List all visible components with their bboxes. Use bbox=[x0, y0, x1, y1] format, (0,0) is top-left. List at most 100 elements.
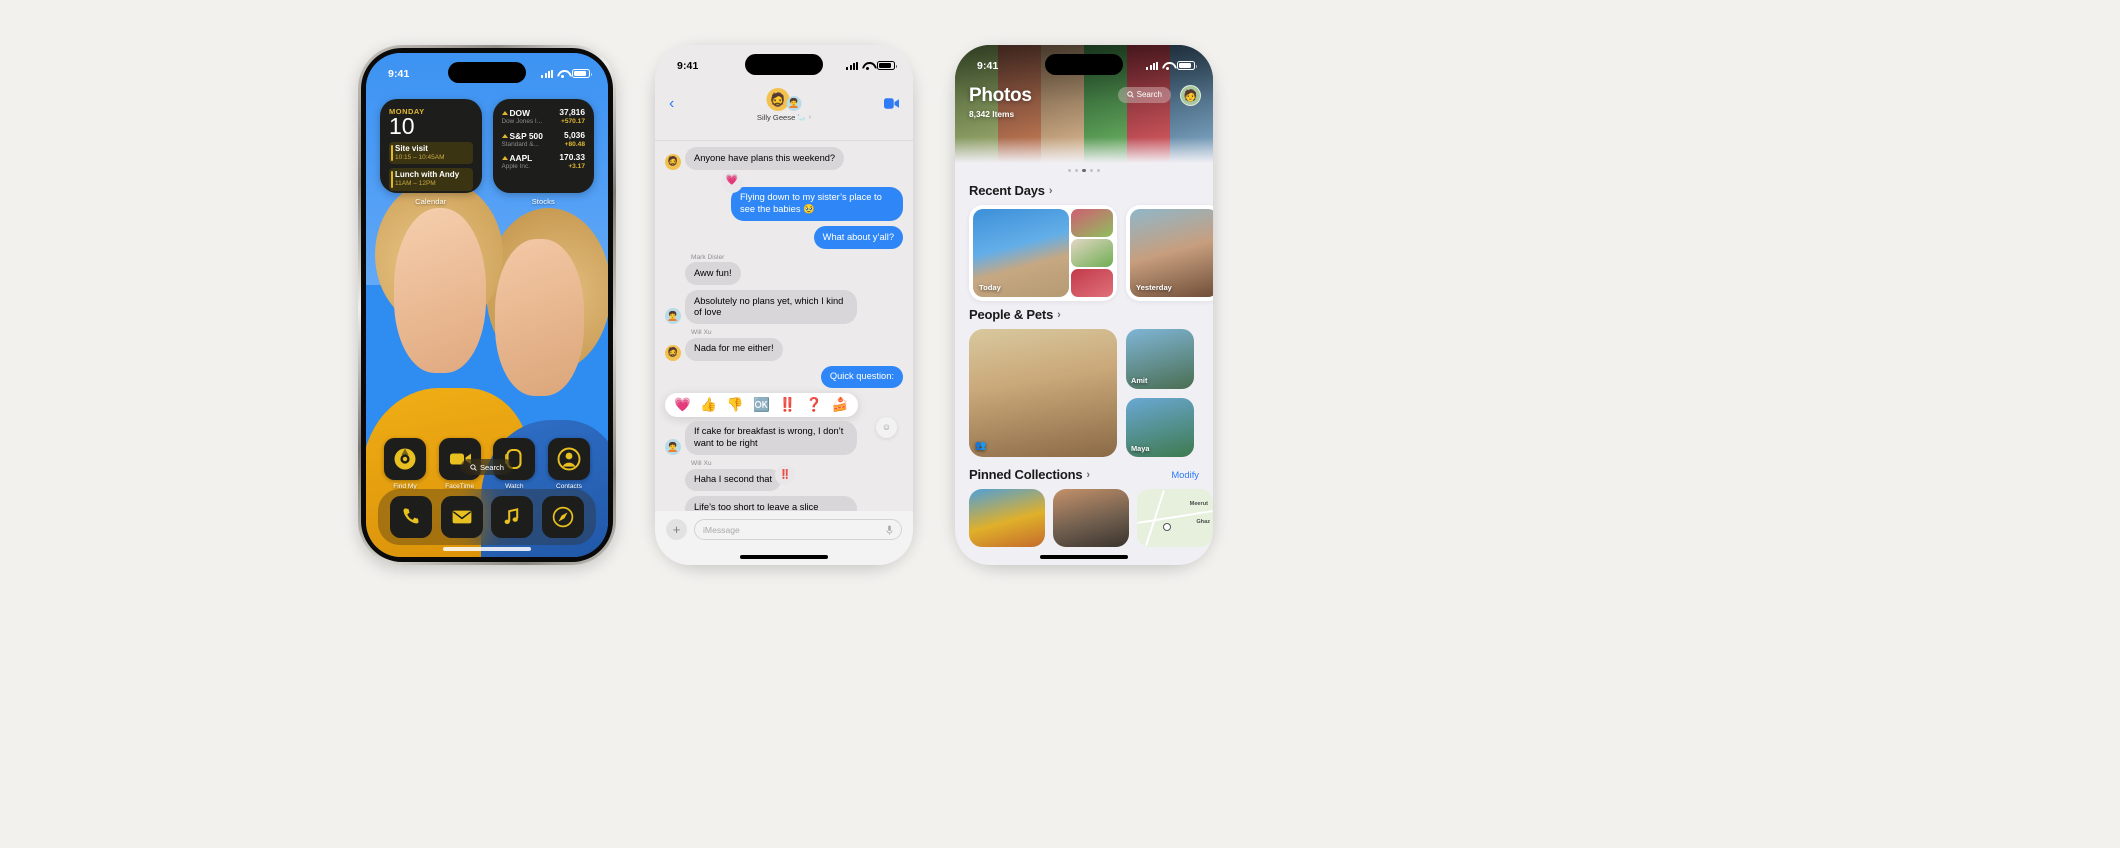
recent-days-card[interactable]: Today bbox=[969, 205, 1117, 301]
message-bubble[interactable]: Anyone have plans this weekend? bbox=[685, 147, 845, 170]
home-indicator[interactable] bbox=[443, 547, 531, 551]
phone-messages: 9:41 ‹ 🧔 🧑‍🦱 Silly Geese bbox=[655, 45, 913, 565]
recent-days-row[interactable]: Today Yesterday bbox=[969, 205, 1213, 301]
page-dot[interactable] bbox=[1096, 169, 1100, 173]
home-indicator[interactable] bbox=[740, 555, 828, 559]
calendar-event-time: 10:15 – 10:45AM bbox=[395, 153, 445, 161]
tapback-exclamation-icon[interactable]: ‼️ bbox=[775, 464, 796, 485]
battery-icon bbox=[877, 61, 897, 70]
page-dot[interactable] bbox=[1068, 169, 1072, 173]
modify-button[interactable]: Modify bbox=[1171, 469, 1199, 480]
photo-thumbnail[interactable]: Today bbox=[973, 209, 1069, 297]
recent-days-label: Yesterday bbox=[1136, 283, 1172, 292]
section-title: Pinned Collections bbox=[969, 467, 1083, 482]
home-search-button[interactable]: Search bbox=[460, 459, 514, 475]
video-camera-icon[interactable] bbox=[884, 96, 899, 114]
page-dot[interactable] bbox=[1089, 169, 1093, 173]
recent-days-card[interactable]: Yesterday bbox=[1126, 205, 1213, 301]
app-find-my[interactable]: Find My bbox=[384, 438, 426, 490]
tapback-option-heart[interactable]: 💗 bbox=[674, 398, 691, 412]
home-indicator[interactable] bbox=[1040, 555, 1128, 559]
microphone-icon bbox=[886, 525, 893, 534]
avatar: 🧑‍🦱 bbox=[665, 308, 681, 325]
message-sender: Mark Disler bbox=[691, 253, 725, 261]
calendar-event[interactable]: Site visit 10:15 – 10:45AM bbox=[389, 141, 473, 165]
stock-row[interactable]: AAPL 170.33 Apple Inc. +3.17 bbox=[501, 152, 585, 170]
pinned-collection-card[interactable] bbox=[969, 489, 1045, 547]
message-bubble[interactable]: If cake for breakfast is wrong, I don’t … bbox=[685, 420, 857, 456]
section-header-pinned-collections[interactable]: Pinned Collections › Modify bbox=[969, 467, 1213, 482]
photos-search-label: Search bbox=[1136, 90, 1162, 100]
account-avatar-icon[interactable]: 🧑 bbox=[1180, 85, 1201, 106]
photo-thumbnail[interactable]: Yesterday bbox=[1130, 209, 1213, 297]
tapback-option-question[interactable]: ❓ bbox=[806, 398, 823, 412]
search-icon bbox=[470, 463, 477, 471]
tapback-option-haha[interactable]: 🆗 bbox=[753, 398, 770, 412]
message-row: Quick question: bbox=[665, 365, 903, 389]
page-title: Photos bbox=[969, 85, 1032, 106]
phone-icon[interactable] bbox=[390, 496, 433, 538]
widget-calendar[interactable]: MONDAY 10 Site visit 10:15 – 10:45AM Lun… bbox=[380, 99, 482, 193]
page-dot-active[interactable] bbox=[1082, 169, 1086, 173]
widget-row: MONDAY 10 Site visit 10:15 – 10:45AM Lun… bbox=[380, 99, 594, 206]
tapback-option-exclamation[interactable]: ‼️ bbox=[779, 398, 796, 412]
photos-content[interactable]: Recent Days › Today Yesterday People & P… bbox=[955, 177, 1213, 565]
plus-icon[interactable]: + bbox=[666, 519, 687, 540]
message-bubble[interactable]: 💗 Flying down to my sister’s place to se… bbox=[721, 170, 903, 222]
music-icon[interactable] bbox=[491, 496, 534, 538]
message-bubble[interactable]: Quick question: bbox=[820, 365, 903, 389]
imessage-input[interactable]: iMessage bbox=[694, 519, 902, 540]
widget-label-calendar: Calendar bbox=[415, 197, 447, 206]
group-avatars[interactable]: 🧔 🧑‍🦱 bbox=[766, 88, 802, 111]
tapback-option-thumbs-up[interactable]: 👍 bbox=[700, 398, 717, 412]
chevron-right-icon: › bbox=[1057, 308, 1061, 321]
home-screen: 9:41 MONDAY 10 Site visit 10:15 – 10:45A… bbox=[366, 53, 608, 557]
stock-row[interactable]: S&P 500 5,036 Standard &... +80.48 bbox=[501, 129, 585, 148]
tapback-option-cake[interactable]: 🍰 bbox=[832, 398, 849, 412]
photo-thumbnail[interactable] bbox=[1071, 209, 1113, 237]
section-header-people-pets[interactable]: People & Pets › bbox=[969, 307, 1213, 322]
message-sender: Will Xu bbox=[691, 329, 712, 337]
message-bubble[interactable]: Aww fun! bbox=[685, 262, 741, 286]
tapback-option-thumbs-down[interactable]: 👎 bbox=[727, 398, 744, 412]
stock-change: +80.48 bbox=[564, 140, 585, 148]
photo-thumbnail[interactable] bbox=[1071, 269, 1113, 298]
group-name-label: Silly Geese bbox=[756, 113, 796, 122]
wallpaper-child-head bbox=[394, 207, 487, 373]
app-contacts[interactable]: Contacts bbox=[547, 438, 590, 490]
pinned-collection-map[interactable]: Meerut Ghaz bbox=[1137, 489, 1213, 547]
message-bubble[interactable]: Haha I second that ‼️ bbox=[685, 464, 796, 492]
back-chevron-icon[interactable]: ‹ bbox=[669, 95, 674, 113]
pinned-collections-row[interactable]: Meerut Ghaz bbox=[969, 489, 1213, 547]
add-sticker-icon[interactable]: ☺ bbox=[876, 416, 897, 438]
carousel-page-dots[interactable] bbox=[1068, 169, 1100, 173]
message-row: 🧑‍🦱 If cake for breakfast is wrong, I do… bbox=[665, 416, 903, 456]
photos-search-button[interactable]: Search bbox=[1117, 87, 1171, 103]
message-bubble[interactable]: What about y’all? bbox=[813, 226, 903, 249]
message-thread[interactable]: 🧔 Anyone have plans this weekend? 💗 Flyi… bbox=[655, 141, 913, 531]
pinned-collection-card[interactable] bbox=[1053, 489, 1129, 547]
section-header-recent-days[interactable]: Recent Days › bbox=[969, 183, 1213, 198]
group-name[interactable]: Silly Geese 🦢 › bbox=[757, 113, 811, 122]
safari-icon[interactable] bbox=[541, 496, 584, 538]
map-pin-icon bbox=[1163, 523, 1171, 531]
widget-stocks[interactable]: DOW 37,816 Dow Jones I... +570.17 S&P 50… bbox=[492, 99, 594, 193]
calendar-event[interactable]: Lunch with Andy 11AM – 12PM bbox=[389, 167, 473, 191]
tapback-heart-icon[interactable]: 💗 bbox=[721, 170, 743, 193]
stock-value: 5,036 bbox=[564, 129, 585, 140]
photo-thumb-stack bbox=[1071, 209, 1113, 298]
people-pets-row[interactable]: 👥 Amit Maya bbox=[969, 329, 1213, 457]
stock-change: +3.17 bbox=[568, 163, 585, 170]
stock-row[interactable]: DOW 37,816 Dow Jones I... +570.17 bbox=[501, 107, 585, 125]
stock-value: 37,816 bbox=[559, 107, 585, 117]
people-photo[interactable]: Maya bbox=[1126, 397, 1194, 457]
people-photo[interactable]: Amit bbox=[1126, 329, 1194, 389]
photo-thumbnail[interactable] bbox=[1071, 239, 1113, 267]
people-photo-large[interactable]: 👥 bbox=[969, 329, 1117, 457]
triangle-up-icon bbox=[501, 111, 508, 115]
message-bubble[interactable]: Absolutely no plans yet, which I kind of… bbox=[685, 290, 857, 325]
mail-icon[interactable] bbox=[440, 496, 483, 538]
tapback-picker[interactable]: 💗 👍 👎 🆗 ‼️ ❓ 🍰 bbox=[665, 393, 858, 417]
message-bubble[interactable]: Nada for me either! bbox=[685, 337, 783, 361]
page-dot[interactable] bbox=[1075, 169, 1079, 173]
